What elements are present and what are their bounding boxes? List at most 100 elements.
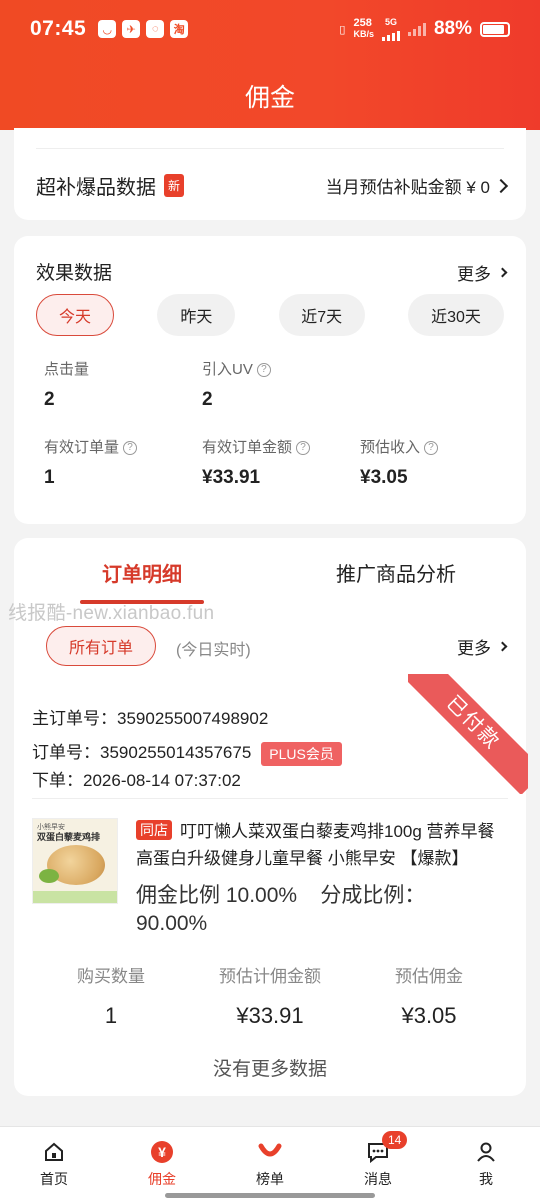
message-count-badge: 14 xyxy=(382,1131,408,1149)
nav-label: 佣金 xyxy=(148,1171,176,1187)
period-today[interactable]: 今天 xyxy=(36,294,114,336)
effect-more-link[interactable]: 更多 xyxy=(457,260,508,285)
nav-me[interactable]: 我 xyxy=(446,1139,526,1189)
metric-label: 引入UV xyxy=(202,361,253,378)
main-order-label: 主订单号： xyxy=(32,709,117,728)
share-rate-label: 分成比例： xyxy=(320,884,426,907)
nav-label: 消息 xyxy=(364,1171,392,1187)
divider xyxy=(36,148,504,149)
battery-icon xyxy=(480,21,510,37)
plus-member-badge: PLUS会员 xyxy=(261,741,342,766)
signal-icon-2 xyxy=(407,22,426,36)
nav-label: 我 xyxy=(479,1171,493,1187)
network-type: 5G xyxy=(384,16,397,27)
order-time-row: 下单：2026-08-14 07:37:02 xyxy=(32,766,241,791)
orders-more-link[interactable]: 更多 xyxy=(457,634,508,659)
metric-order-amount: 有效订单金额? ¥33.91 xyxy=(202,436,311,489)
status-bar: 07:45 ◡ ✈ ◌ 淘 ▯ 258 KB/s 5G 88% xyxy=(30,14,510,44)
metric-label: 有效订单金额 xyxy=(202,439,293,456)
help-icon[interactable]: ? xyxy=(296,441,311,456)
order-time: 2026-08-14 07:37:02 xyxy=(83,771,241,790)
metric-value: ¥33.91 xyxy=(202,467,261,488)
metric-value: 1 xyxy=(44,467,55,488)
home-icon xyxy=(14,1139,94,1165)
leaf-image xyxy=(39,869,59,883)
metric-label: 点击量 xyxy=(44,361,90,378)
metric-label: 有效订单量 xyxy=(44,439,120,456)
shop-badge: 同店 xyxy=(136,820,172,840)
subsidy-label: 超补爆品数据 xyxy=(36,177,156,199)
tab-order-details[interactable]: 订单明细 xyxy=(102,558,182,587)
order-filter-button[interactable]: 所有订单 xyxy=(46,626,157,666)
product-title-text: 叮叮懒人菜双蛋白藜麦鸡排100g 营养早餐 高蛋白升级健身儿童早餐 小熊早安 【… xyxy=(136,822,495,868)
watermark: 线报酷-new.xianbao.fun xyxy=(8,603,215,624)
signal-icon xyxy=(381,27,400,41)
order-row: 订单号：3590255014357675 PLUS会员 xyxy=(32,738,342,766)
main-order-row: 主订单号：3590255007498902 xyxy=(32,704,268,729)
thumb-footer xyxy=(33,891,117,903)
divider xyxy=(32,798,508,799)
stat-order-amount: 预估计佣金额 ¥33.91 xyxy=(180,962,360,1029)
bird-icon: ✈ xyxy=(122,20,141,38)
help-icon[interactable]: ? xyxy=(256,363,271,378)
chevron-right-icon xyxy=(493,178,509,193)
stat-commission: 预估佣金 ¥3.05 xyxy=(339,962,519,1029)
rates: 佣金比例 10.00% 分成比例： 90.00% xyxy=(136,882,466,938)
home-indicator xyxy=(165,1193,375,1198)
realtime-hint: (今日实时) xyxy=(176,642,251,659)
status-time: 07:45 xyxy=(30,17,87,40)
product-thumbnail[interactable]: 小熊早安 双蛋白藜麦鸡排 xyxy=(32,818,118,904)
more-label: 更多 xyxy=(457,639,491,658)
metric-value: ¥3.05 xyxy=(360,467,408,488)
period-30days[interactable]: 近30天 xyxy=(407,294,504,336)
more-label: 更多 xyxy=(457,265,491,284)
order-time-label: 下单： xyxy=(32,771,83,790)
new-badge: 新 xyxy=(164,174,185,197)
smile-logo-icon xyxy=(230,1139,310,1165)
nav-commission[interactable]: ¥ 佣金 xyxy=(122,1139,202,1189)
metric-value: 2 xyxy=(44,389,55,410)
nav-messages[interactable]: 消息 14 xyxy=(338,1131,418,1189)
nav-label: 首页 xyxy=(40,1171,68,1187)
yen-icon: ¥ xyxy=(122,1139,202,1165)
stat-value: ¥3.05 xyxy=(401,1003,457,1028)
stat-label: 预估佣金 xyxy=(395,967,463,986)
metric-income: 预估收入? ¥3.05 xyxy=(360,436,439,489)
nav-home[interactable]: 首页 xyxy=(14,1139,94,1189)
app-header: 07:45 ◡ ✈ ◌ 淘 ▯ 258 KB/s 5G 88% 佣金 xyxy=(0,0,540,130)
thumb-name: 双蛋白藜麦鸡排 xyxy=(37,832,101,842)
vibrate-icon: ▯ xyxy=(339,23,346,36)
status-ribbon-text: 已付款 xyxy=(408,674,528,794)
help-icon[interactable]: ? xyxy=(424,441,439,456)
order-number[interactable]: 3590255014357675 xyxy=(100,743,251,762)
metric-uv: 引入UV? 2 xyxy=(202,358,271,411)
nav-label: 榜单 xyxy=(256,1171,284,1187)
tab-product-analysis[interactable]: 推广商品分析 xyxy=(336,558,456,587)
order-label: 订单号： xyxy=(32,743,100,762)
status-ribbon: 已付款 xyxy=(408,674,528,794)
stat-quantity: 购买数量 1 xyxy=(21,962,201,1029)
help-icon[interactable]: ? xyxy=(123,441,138,456)
nav-ranking[interactable]: 榜单 xyxy=(230,1139,310,1189)
net-speed: 258 xyxy=(353,17,372,29)
subsidy-amount-link[interactable]: 当月预估补贴金额 ¥ 0 xyxy=(325,173,509,198)
user-icon xyxy=(446,1139,526,1165)
taobao-icon: 淘 xyxy=(170,20,189,38)
subsidy-amount: 当月预估补贴金额 ¥ 0 xyxy=(325,178,490,197)
metric-orders: 有效订单量? 1 xyxy=(44,436,138,489)
main-order-number[interactable]: 3590255007498902 xyxy=(117,709,268,728)
commission-rate-label: 佣金比例 xyxy=(136,884,220,907)
period-7days[interactable]: 近7天 xyxy=(278,294,365,336)
metric-label: 预估收入 xyxy=(360,439,421,456)
subsidy-card[interactable]: 超补爆品数据 新 当月预估补贴金额 ¥ 0 xyxy=(14,128,526,220)
battery-percent: 88% xyxy=(433,18,472,39)
metric-clicks: 点击量 2 xyxy=(44,358,89,411)
taobao-smile-icon: ◡ xyxy=(98,20,117,38)
stat-value: 1 xyxy=(104,1003,118,1028)
message-icon: ◌ xyxy=(146,20,165,38)
product-title[interactable]: 同店 叮叮懒人菜双蛋白藜麦鸡排100g 营养早餐 高蛋白升级健身儿童早餐 小熊早安… xyxy=(136,818,508,872)
effect-title: 效果数据 xyxy=(36,263,113,284)
commission-rate: 10.00% xyxy=(225,884,298,907)
chevron-right-icon xyxy=(497,267,508,278)
period-yesterday[interactable]: 昨天 xyxy=(157,294,236,336)
